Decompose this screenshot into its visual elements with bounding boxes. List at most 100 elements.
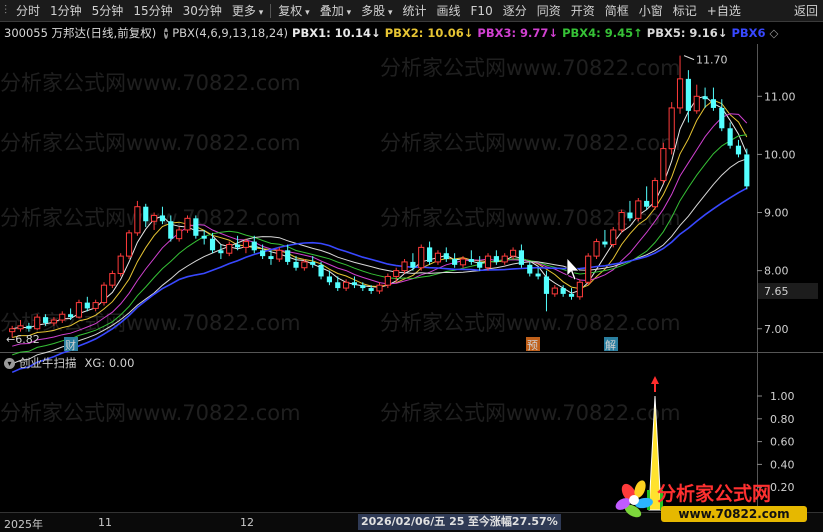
candle-body xyxy=(576,281,583,298)
candle xyxy=(218,244,224,260)
candle xyxy=(393,267,400,283)
candle-body xyxy=(468,259,474,262)
candle xyxy=(401,259,408,274)
chart-canvas: 分析家公式网www.70822.com 分析家公式网www.70822.com 分析… xyxy=(0,44,823,512)
open-capital-button[interactable]: 开资 xyxy=(566,0,600,22)
candle xyxy=(452,253,458,268)
multi-stock-dropdown[interactable]: 多股 xyxy=(356,0,397,22)
candle-body xyxy=(184,217,191,231)
candle xyxy=(226,241,233,257)
candle-body xyxy=(109,273,116,286)
candle-body xyxy=(509,249,517,257)
annotations: 11.70 ←6.82 财 预 解 xyxy=(6,54,728,352)
candle-body xyxy=(168,221,174,239)
adjust-dropdown[interactable]: 复权 xyxy=(273,0,314,22)
mark-button[interactable]: 标记 xyxy=(668,0,702,22)
indicator-header: ▾ 创业牛扫描 XG: 0.00 xyxy=(0,355,134,371)
candle xyxy=(635,198,642,222)
candle xyxy=(585,253,592,286)
candle-body xyxy=(276,249,283,260)
candle xyxy=(651,177,659,210)
candle-body xyxy=(593,241,600,257)
period-5min-button[interactable]: 5分钟 xyxy=(87,0,129,22)
watermark-text: 分析家公式网www.70822.com xyxy=(0,401,301,425)
main-chart-header: 300055 万邦达(日线,前复权) ▾ PBX(4,6,9,13,18,24)… xyxy=(0,24,778,42)
indicator-settings-icon[interactable]: ▾ xyxy=(164,27,169,39)
indicator-panel-title: 创业牛扫描 xyxy=(19,356,77,370)
candle-body xyxy=(310,261,316,265)
candle-body xyxy=(518,250,525,265)
candle-body xyxy=(727,128,733,146)
more-periods-dropdown[interactable]: 更多 xyxy=(227,0,268,22)
candle xyxy=(735,139,742,158)
f10-button[interactable]: F10 xyxy=(466,0,498,22)
candle-body xyxy=(301,261,308,269)
period-15min-button[interactable]: 15分钟 xyxy=(128,0,177,22)
toolbar-divider xyxy=(270,3,272,18)
candle-body xyxy=(660,148,667,182)
candle-body xyxy=(744,154,750,187)
period-1min-button[interactable]: 1分钟 xyxy=(45,0,87,22)
draw-line-button[interactable]: 画线 xyxy=(432,0,466,22)
mouse-cursor-icon xyxy=(566,256,580,281)
price-axis-label: 11.00 xyxy=(764,90,796,103)
indicator-panel-settings-icon[interactable]: ▾ xyxy=(4,357,15,369)
candle xyxy=(719,99,725,132)
candle-body xyxy=(501,255,508,263)
candle-body xyxy=(668,107,675,150)
watermark-text: 分析家公式网www.70822.com xyxy=(0,131,301,155)
toolbar: ⫶ 分时 1分钟 5分钟 15分钟 30分钟 更多 复权 叠加 多股 统计 画线… xyxy=(0,0,823,22)
pbx4-value: PBX4: 9.45↑ xyxy=(562,26,643,40)
toolbar-grip-icon: ⫶ xyxy=(4,3,8,17)
mini-window-button[interactable]: 小窗 xyxy=(634,0,668,22)
pbx2-value: PBX2: 10.06↓ xyxy=(384,26,474,40)
candle-body xyxy=(285,250,291,262)
candle-body xyxy=(251,241,257,251)
add-watchlist-button[interactable]: +自选 xyxy=(702,0,746,22)
stock-title: 300055 万邦达(日线,前复权) xyxy=(4,26,157,40)
watermark-text: 分析家公式网www.70822.com xyxy=(380,131,681,155)
watermark-text: 分析家公式网www.70822.com xyxy=(0,206,301,230)
minute-detail-button[interactable]: 逐分 xyxy=(498,0,532,22)
candle-body xyxy=(543,276,550,294)
candle-body xyxy=(242,241,250,248)
stats-button[interactable]: 统计 xyxy=(398,0,432,22)
candlestick-series xyxy=(9,55,750,338)
candle xyxy=(527,261,533,277)
candle-body xyxy=(418,246,425,269)
candle-body xyxy=(493,256,499,262)
back-button[interactable]: 返回 xyxy=(789,0,823,22)
candle-body xyxy=(125,232,133,257)
low-price-label: ←6.82 xyxy=(6,333,40,346)
period-30min-button[interactable]: 30分钟 xyxy=(178,0,227,22)
price-axis: 11.00 10.00 9.00 8.00 7.00 7.65 xyxy=(757,90,818,336)
candle xyxy=(710,87,717,111)
candle xyxy=(376,282,383,294)
candle-body xyxy=(602,241,608,245)
candle-body xyxy=(218,250,224,254)
same-capital-button[interactable]: 同资 xyxy=(532,0,566,22)
candle xyxy=(501,253,508,265)
candle-body xyxy=(268,256,274,260)
logo-url: www.70822.com xyxy=(678,507,789,521)
candle-body xyxy=(193,218,199,236)
simple-frame-button[interactable]: 简框 xyxy=(600,0,634,22)
candle-body xyxy=(443,253,449,260)
candle-body xyxy=(17,325,24,330)
candle-body xyxy=(693,95,700,112)
candle-body xyxy=(459,258,467,266)
candle-body xyxy=(551,287,558,295)
candle-body xyxy=(176,229,183,240)
watermark-text: 分析家公式网www.70822.com xyxy=(380,401,681,425)
candle-body xyxy=(635,200,642,219)
candle-body xyxy=(710,99,717,108)
panel-toggle-icon[interactable]: ◇ xyxy=(770,26,779,40)
period-timeshare-button[interactable]: 分时 xyxy=(11,0,45,22)
signal-arrow-icon xyxy=(650,376,659,384)
indicator-name: PBX(4,6,9,13,18,24) xyxy=(172,26,289,40)
overlay-dropdown[interactable]: 叠加 xyxy=(315,0,356,22)
candle xyxy=(443,247,449,262)
pbx1-value: PBX1: 10.14↓ xyxy=(292,26,381,40)
candle xyxy=(593,238,600,260)
candle-body xyxy=(719,107,725,129)
